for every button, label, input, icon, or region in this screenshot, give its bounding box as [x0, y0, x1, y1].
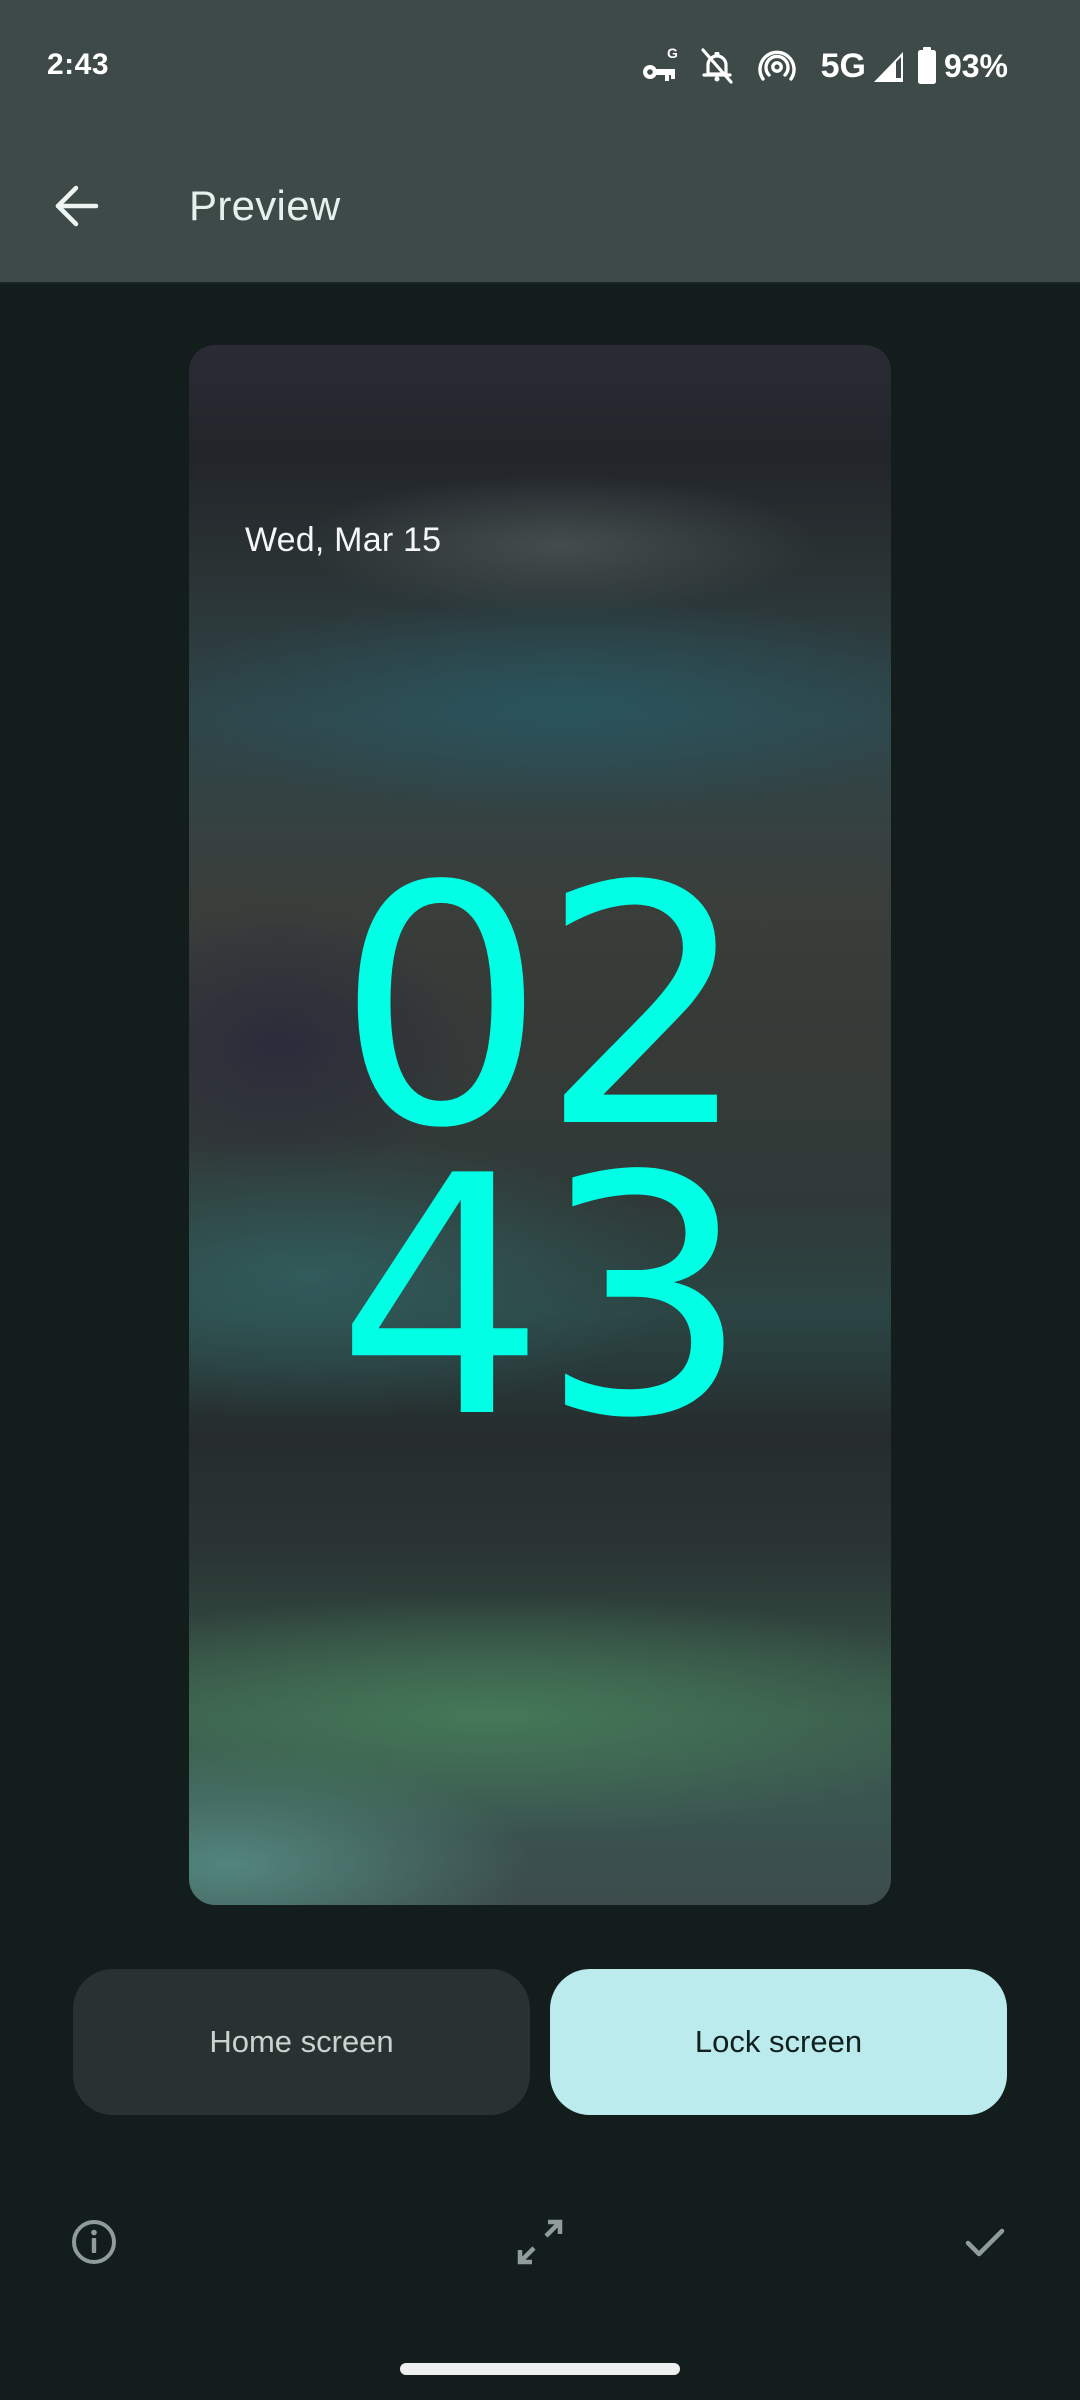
info-button[interactable] — [58, 2206, 130, 2278]
svg-text:G: G — [667, 45, 678, 61]
apply-button[interactable] — [949, 2206, 1021, 2278]
info-icon — [72, 2220, 116, 2264]
hotspot-icon — [757, 44, 797, 88]
arrow-back-icon — [55, 185, 99, 227]
page-title: Preview — [189, 182, 341, 229]
battery-percent: 93% — [943, 47, 1008, 84]
vpn-key-icon: G — [641, 44, 685, 88]
check-icon — [965, 2228, 1005, 2257]
status-time: 2:43 — [47, 48, 110, 81]
tab-home-screen[interactable]: Home screen — [73, 1969, 530, 2115]
battery-icon — [916, 44, 938, 88]
back-button[interactable] — [40, 170, 112, 242]
lock-screen-preview[interactable]: Wed, Mar 15 02 43 — [189, 345, 891, 1905]
notifications-off-icon — [699, 44, 735, 88]
preview-date: Wed, Mar 15 — [245, 521, 442, 559]
preview-clock-minutes: 43 — [336, 1106, 750, 1490]
gesture-navigation-handle[interactable] — [400, 2363, 680, 2375]
tab-lock-screen[interactable]: Lock screen — [550, 1969, 1007, 2115]
fullscreen-button[interactable] — [504, 2206, 576, 2278]
status-icons: G 5G 93% — [641, 44, 1008, 88]
top-app-bar: 2:43 G 5G 93% Preview — [0, 0, 1080, 284]
signal-icon — [872, 44, 906, 88]
expand-icon — [517, 2219, 563, 2265]
network-type: 5G — [820, 46, 866, 85]
